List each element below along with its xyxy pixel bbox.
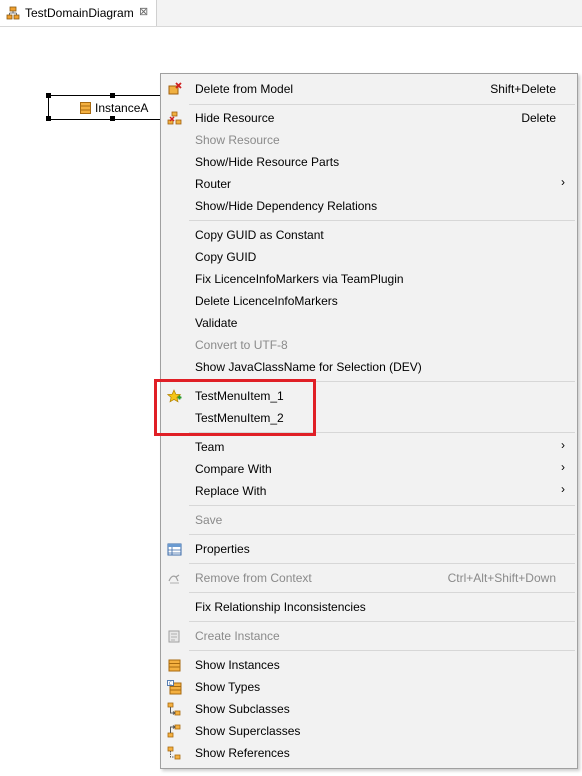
instance-label: InstanceA xyxy=(95,101,149,115)
menu-separator xyxy=(189,592,575,593)
delete-icon xyxy=(168,82,182,95)
menu-item-hide-resource[interactable]: Hide Resource Delete xyxy=(161,107,577,129)
menu-separator xyxy=(189,220,575,221)
menu-item-create-instance[interactable]: Create Instance xyxy=(161,625,577,647)
menu-item-compare-with[interactable]: Compare With › xyxy=(161,458,577,480)
menu-separator xyxy=(189,104,575,105)
types-icon: C xyxy=(167,680,182,695)
menu-separator xyxy=(189,534,575,535)
menu-item-show-superclasses[interactable]: Show Superclasses xyxy=(161,720,577,742)
menu-item-router[interactable]: Router › xyxy=(161,173,577,195)
chevron-right-icon: › xyxy=(561,438,565,452)
menu-item-properties[interactable]: Properties xyxy=(161,538,577,560)
create-instance-icon xyxy=(168,630,180,643)
menu-item-show-instances[interactable]: Show Instances xyxy=(161,654,577,676)
menu-item-delete-from-model[interactable]: Delete from Model Shift+Delete xyxy=(161,78,577,100)
menu-item-show-types[interactable]: C Show Types xyxy=(161,676,577,698)
menu-separator xyxy=(189,563,575,564)
hide-resource-icon xyxy=(167,111,182,125)
properties-icon xyxy=(167,543,182,556)
resize-handle[interactable] xyxy=(110,116,115,121)
chevron-right-icon: › xyxy=(561,482,565,496)
menu-item-team[interactable]: Team › xyxy=(161,436,577,458)
menu-item-fix-relationship-inconsistencies[interactable]: Fix Relationship Inconsistencies xyxy=(161,596,577,618)
tab-test-domain-diagram[interactable]: TestDomainDiagram ⊠ xyxy=(0,0,157,26)
instance-icon xyxy=(80,102,91,114)
instances-icon xyxy=(168,659,181,672)
chevron-right-icon: › xyxy=(561,460,565,474)
highlight-box xyxy=(154,379,316,436)
menu-separator xyxy=(189,621,575,622)
remove-context-icon xyxy=(168,574,180,584)
menu-item-delete-licenceinfomarkers[interactable]: Delete LicenceInfoMarkers xyxy=(161,290,577,312)
menu-item-remove-from-context[interactable]: Remove from Context Ctrl+Alt+Shift+Down xyxy=(161,567,577,589)
menu-item-show-hide-dependency-relations[interactable]: Show/Hide Dependency Relations xyxy=(161,195,577,217)
editor-tab-bar: TestDomainDiagram ⊠ xyxy=(0,0,582,27)
menu-separator xyxy=(189,505,575,506)
menu-item-validate[interactable]: Validate xyxy=(161,312,577,334)
menu-item-copy-guid[interactable]: Copy GUID xyxy=(161,246,577,268)
resize-handle[interactable] xyxy=(46,93,51,98)
menu-item-show-references[interactable]: Show References xyxy=(161,742,577,764)
menu-item-show-subclasses[interactable]: Show Subclasses xyxy=(161,698,577,720)
menu-item-replace-with[interactable]: Replace With › xyxy=(161,480,577,502)
menu-item-convert-to-utf8[interactable]: Convert to UTF-8 xyxy=(161,334,577,356)
diagram-icon xyxy=(6,6,20,20)
resize-handle[interactable] xyxy=(110,93,115,98)
references-icon xyxy=(167,746,181,760)
chevron-right-icon: › xyxy=(561,175,565,189)
tab-title: TestDomainDiagram xyxy=(25,6,134,20)
close-icon[interactable]: ⊠ xyxy=(139,5,148,18)
subclasses-icon xyxy=(167,702,181,716)
menu-separator xyxy=(189,650,575,651)
resize-handle[interactable] xyxy=(46,116,51,121)
menu-item-show-resource[interactable]: Show Resource xyxy=(161,129,577,151)
menu-item-show-javaclassname[interactable]: Show JavaClassName for Selection (DEV) xyxy=(161,356,577,378)
menu-item-fix-licenceinfomarkers[interactable]: Fix LicenceInfoMarkers via TeamPlugin xyxy=(161,268,577,290)
svg-text:C: C xyxy=(169,681,172,687)
menu-item-show-hide-resource-parts[interactable]: Show/Hide Resource Parts xyxy=(161,151,577,173)
menu-item-copy-guid-as-constant[interactable]: Copy GUID as Constant xyxy=(161,224,577,246)
superclasses-icon xyxy=(167,724,181,738)
menu-item-save[interactable]: Save xyxy=(161,509,577,531)
